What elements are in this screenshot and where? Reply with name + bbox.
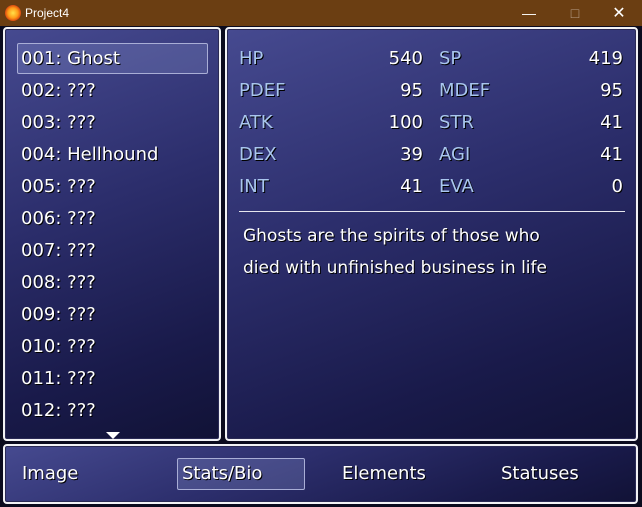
scroll-down-arrow-icon[interactable] [106, 432, 120, 439]
list-item[interactable]: 010: ??? [21, 336, 96, 358]
list-item[interactable]: 005: ??? [21, 176, 96, 198]
menu-image-button[interactable]: Image [22, 463, 78, 485]
eva-value: 0 [611, 176, 623, 197]
monster-list-panel: 001: Ghost 002: ??? 003: ??? 004: Hellho… [3, 27, 221, 441]
app-icon [5, 5, 21, 21]
list-item[interactable]: 009: ??? [21, 304, 96, 326]
dex-label: DEX [239, 144, 277, 165]
bio-line-1: Ghosts are the spirits of those who [243, 226, 540, 246]
agi-value: 41 [600, 144, 623, 165]
close-icon: ✕ [612, 5, 626, 22]
atk-label: ATK [239, 112, 273, 133]
sp-label: SP [439, 48, 462, 69]
hp-value: 540 [388, 48, 423, 69]
eva-label: EVA [439, 176, 474, 197]
menu-elements-button[interactable]: Elements [342, 463, 426, 485]
sp-value: 419 [588, 48, 623, 69]
menu-statuses-button[interactable]: Statuses [501, 463, 579, 485]
pdef-value: 95 [400, 80, 423, 101]
minimize-icon: — [522, 5, 536, 21]
list-item[interactable]: 007: ??? [21, 240, 96, 262]
int-value: 41 [400, 176, 423, 197]
str-value: 41 [600, 112, 623, 133]
str-label: STR [439, 112, 474, 133]
stats-panel: HP 540 SP 419 PDEF 95 MDEF 95 ATK 100 ST… [225, 27, 638, 441]
list-item[interactable]: 004: Hellhound [21, 144, 158, 166]
bio-line-2: died with unfinished business in life [243, 258, 547, 278]
list-item[interactable]: 001: Ghost [21, 48, 120, 70]
dex-value: 39 [400, 144, 423, 165]
list-item[interactable]: 012: ??? [21, 400, 96, 422]
agi-label: AGI [439, 144, 471, 165]
stats-divider [239, 211, 625, 212]
list-item[interactable]: 002: ??? [21, 80, 96, 102]
window-title: Project4 [25, 6, 70, 20]
list-item[interactable]: 003: ??? [21, 112, 96, 134]
mdef-value: 95 [600, 80, 623, 101]
list-item[interactable]: 008: ??? [21, 272, 96, 294]
list-item[interactable]: 011: ??? [21, 368, 96, 390]
maximize-button[interactable]: □ [552, 0, 598, 26]
command-menu-panel: Image Stats/Bio Elements Statuses [3, 444, 638, 504]
menu-stats-bio-button[interactable]: Stats/Bio [182, 463, 262, 485]
mdef-label: MDEF [439, 80, 491, 101]
list-item[interactable]: 006: ??? [21, 208, 96, 230]
minimize-button[interactable]: — [506, 0, 552, 26]
title-bar: Project4 — □ ✕ [0, 0, 642, 26]
close-button[interactable]: ✕ [596, 0, 642, 26]
int-label: INT [239, 176, 269, 197]
hp-label: HP [239, 48, 264, 69]
pdef-label: PDEF [239, 80, 286, 101]
maximize-icon: □ [570, 5, 580, 21]
atk-value: 100 [388, 112, 423, 133]
game-screen: 001: Ghost 002: ??? 003: ??? 004: Hellho… [0, 26, 642, 507]
